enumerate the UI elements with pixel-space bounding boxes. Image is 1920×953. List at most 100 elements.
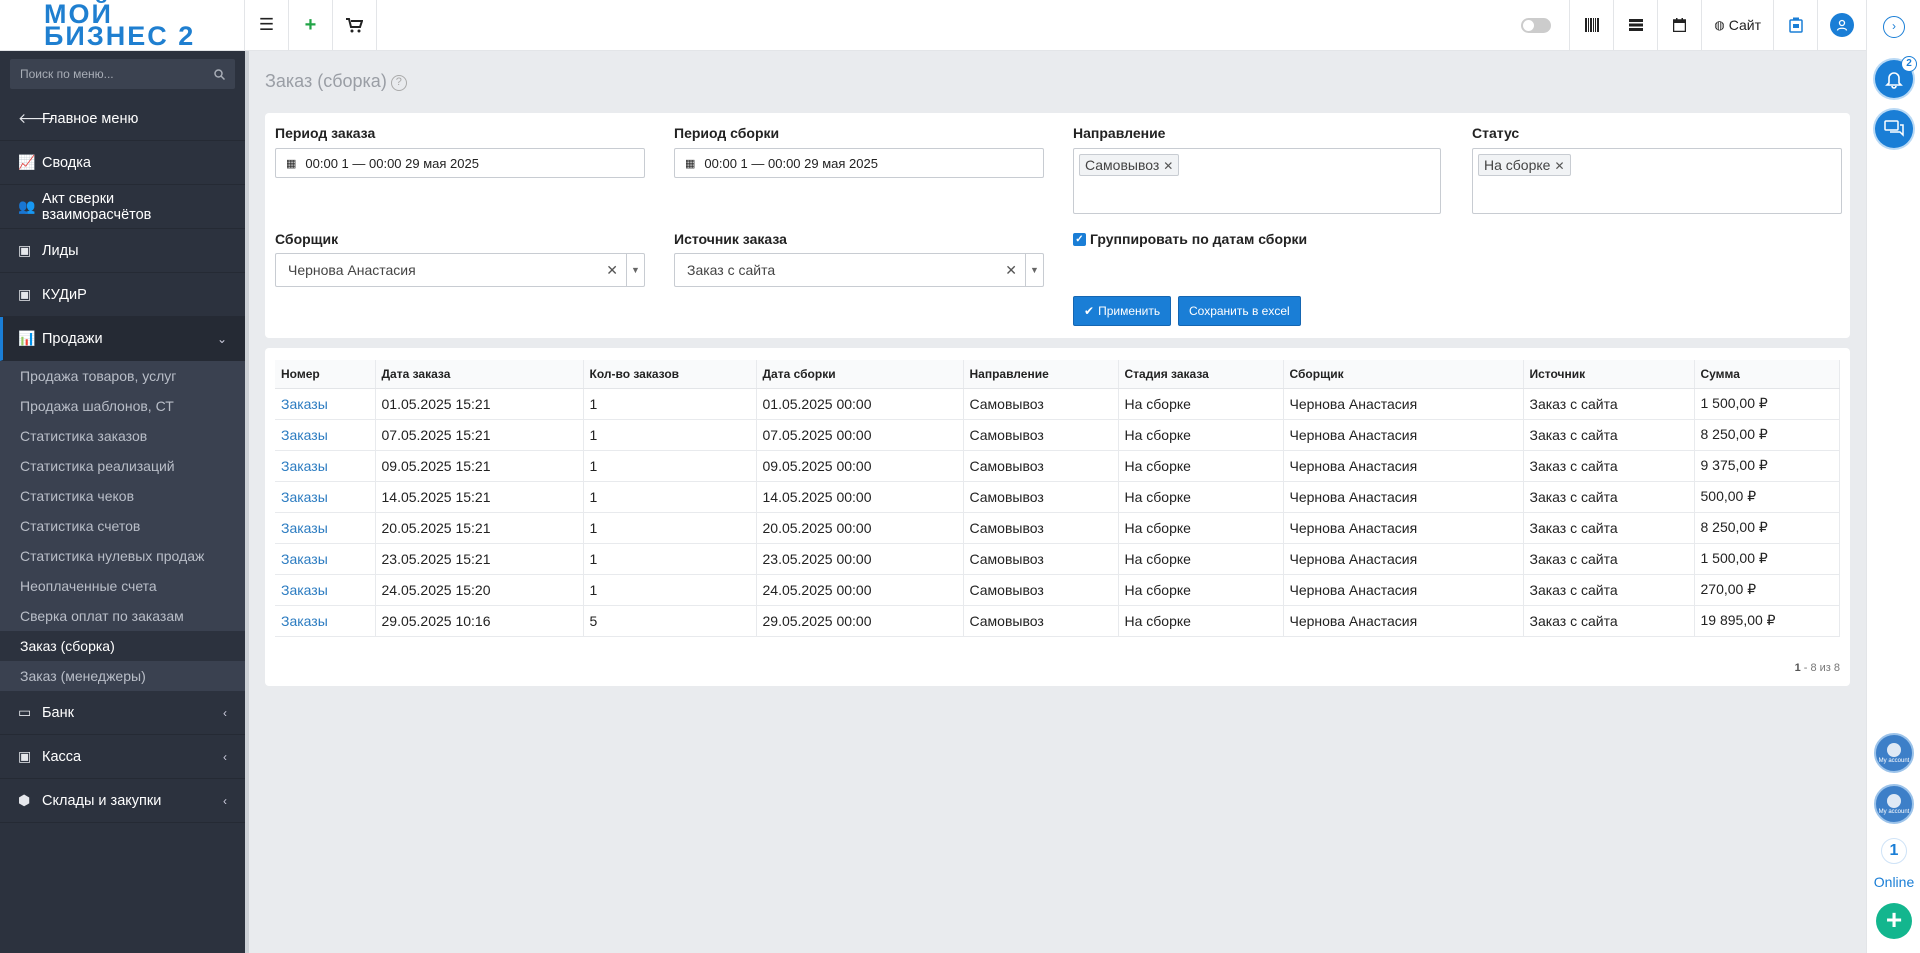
sidebar-subitem[interactable]: Статистика чеков — [0, 481, 245, 511]
online-count: 1 — [1881, 838, 1907, 864]
check-icon[interactable]: ✓ — [1073, 232, 1086, 246]
clear-icon[interactable]: ✕ — [1005, 262, 1025, 279]
sidebar-subitem[interactable]: Статистика заказов — [0, 421, 245, 451]
sidebar-item-kudir[interactable]: ▣ КУДиР — [0, 273, 245, 317]
bell-icon — [1885, 72, 1903, 89]
sidebar-subitem[interactable]: Продажа товаров, услуг — [0, 361, 245, 391]
theme-toggle[interactable] — [1521, 17, 1552, 33]
sidebar-subitem[interactable]: Продажа шаблонов, СТ — [0, 391, 245, 421]
list-button[interactable] — [1613, 0, 1657, 51]
pagination-info: 1 - 8 из 8 — [1794, 662, 1840, 674]
sidebar-subitem[interactable]: Статистика нулевых продаж — [0, 541, 245, 571]
plus-icon: + — [304, 13, 317, 36]
sidebar-item-main-menu[interactable]: 🡐 Главное меню — [0, 97, 245, 141]
right-rail: › 2 My account My account 1 Online + — [1866, 0, 1920, 953]
column-header[interactable]: Сумма — [1694, 360, 1840, 389]
table-cell: 1 — [583, 481, 757, 513]
help-icon[interactable]: ? — [390, 75, 407, 91]
clear-icon[interactable]: ✕ — [606, 262, 626, 279]
sidebar-item-leads[interactable]: ▣ Лиды — [0, 229, 245, 273]
sidebar-item-cash[interactable]: ▣ Касса ‹ — [0, 735, 245, 779]
table-cell: 1 — [583, 450, 757, 482]
table-cell: 1 — [583, 574, 757, 606]
table-cell: 1 — [583, 388, 757, 420]
logo[interactable]: МОЙ БИЗНЕС 2 — [0, 0, 245, 51]
direction-select[interactable]: Самовывоз ✕ — [1073, 148, 1441, 214]
site-label: Сайт — [1728, 17, 1761, 33]
column-header[interactable]: Источник — [1523, 360, 1695, 389]
sidebar-item-bank[interactable]: ▭ Банк ‹ — [0, 691, 245, 735]
sidebar-item-sales[interactable]: 📊 Продажи ⌄ — [0, 317, 245, 361]
chevron-down-icon[interactable]: ▼ — [1025, 254, 1043, 286]
status-tag: На сборке ✕ — [1478, 154, 1571, 176]
apply-button[interactable]: ✔ Применить — [1073, 296, 1172, 326]
search-icon[interactable] — [214, 68, 225, 80]
menu-toggle-button[interactable]: ☰ — [245, 0, 289, 51]
assembler-select[interactable]: Чернова Анастасия ✕ ▼ — [275, 253, 645, 287]
table-cell: Чернова Анастасия — [1283, 512, 1524, 544]
sidebar-subitem[interactable]: Статистика счетов — [0, 511, 245, 541]
account-avatar[interactable]: My account — [1874, 733, 1914, 773]
column-header[interactable]: Стадия заказа — [1118, 360, 1284, 389]
status-select[interactable]: На сборке ✕ — [1472, 148, 1842, 214]
online-label: Online — [1873, 874, 1915, 890]
menu-search-input[interactable] — [20, 67, 214, 81]
calendar-button[interactable] — [1657, 0, 1701, 51]
orders-link[interactable]: Заказы — [281, 396, 328, 412]
source-select[interactable]: Заказ с сайта ✕ ▼ — [674, 253, 1044, 287]
site-button[interactable]: ◍ Сайт — [1701, 0, 1773, 51]
order-period-input[interactable]: ▦ 00:00 1 — 00:00 29 мая 2025 — [275, 148, 645, 178]
plus-icon[interactable]: + — [1876, 903, 1912, 939]
orders-link[interactable]: Заказы — [281, 458, 328, 474]
notification-count-badge: 2 — [1901, 56, 1917, 72]
cart-button[interactable] — [333, 0, 377, 51]
chevron-down-icon[interactable]: ▼ — [626, 254, 644, 286]
chat-button[interactable] — [1875, 110, 1913, 148]
sidebar-item-summary[interactable]: 📈 Сводка — [0, 141, 245, 185]
remove-tag-icon[interactable]: ✕ — [1163, 159, 1173, 173]
column-header[interactable]: Дата заказа — [375, 360, 584, 389]
table-cell: Заказы — [275, 605, 376, 637]
avatar-icon — [1887, 742, 1901, 757]
table-cell: 07.05.2025 00:00 — [756, 419, 964, 451]
column-header[interactable]: Направление — [963, 360, 1119, 389]
sidebar-subitem[interactable]: Статистика реализаций — [0, 451, 245, 481]
sidebar-item-reconciliation[interactable]: 👥 Акт сверки взаиморасчётов — [0, 185, 245, 229]
orders-link[interactable]: Заказы — [281, 551, 328, 567]
orders-link[interactable]: Заказы — [281, 489, 328, 505]
sidebar-item-warehouses[interactable]: ⬢ Склады и закупки ‹ — [0, 779, 245, 823]
table-cell: 14.05.2025 15:21 — [375, 481, 584, 513]
profile-button[interactable] — [1817, 0, 1866, 51]
table-cell: Самовывоз — [963, 481, 1119, 513]
chevron-down-icon: ⌄ — [216, 331, 227, 346]
sidebar-subitem[interactable]: Заказ (менеджеры) — [0, 661, 245, 691]
table-cell: 01.05.2025 00:00 — [756, 388, 964, 420]
chevron-right-icon[interactable]: › — [1883, 16, 1905, 38]
group-by-date-checkbox[interactable]: ✓ Группировать по датам сборки — [1073, 231, 1307, 247]
add-button[interactable]: + — [289, 0, 333, 51]
column-header[interactable]: Сборщик — [1283, 360, 1524, 389]
column-header[interactable]: Дата сборки — [756, 360, 964, 389]
orders-link[interactable]: Заказы — [281, 520, 328, 536]
table-cell: Чернова Анастасия — [1283, 481, 1524, 513]
check-icon: ✔ — [1084, 304, 1095, 318]
menu-search — [10, 59, 235, 89]
column-header[interactable]: Кол-во заказов — [583, 360, 757, 389]
sidebar-subitem-active[interactable]: Заказ (сборка) — [0, 631, 245, 661]
money-icon: ▣ — [18, 748, 32, 764]
orders-link[interactable]: Заказы — [281, 427, 328, 443]
export-excel-button[interactable]: Сохранить в excel — [1178, 296, 1301, 326]
filters-panel: Период заказа ▦ 00:00 1 — 00:00 29 мая 20… — [265, 113, 1850, 338]
table-cell: Заказы — [275, 450, 376, 482]
orders-link[interactable]: Заказы — [281, 613, 328, 629]
barcode-button[interactable] — [1569, 0, 1613, 51]
remove-tag-icon[interactable]: ✕ — [1554, 159, 1564, 173]
store-button[interactable] — [1773, 0, 1817, 51]
assembly-period-input[interactable]: ▦ 00:00 1 — 00:00 29 мая 2025 — [674, 148, 1044, 178]
source-label: Источник заказа — [674, 231, 787, 247]
orders-link[interactable]: Заказы — [281, 582, 328, 598]
sidebar-subitem[interactable]: Неоплаченные счета — [0, 571, 245, 601]
account-avatar[interactable]: My account — [1874, 784, 1914, 824]
column-header[interactable]: Номер — [275, 360, 376, 389]
sidebar-subitem[interactable]: Сверка оплат по заказам — [0, 601, 245, 631]
